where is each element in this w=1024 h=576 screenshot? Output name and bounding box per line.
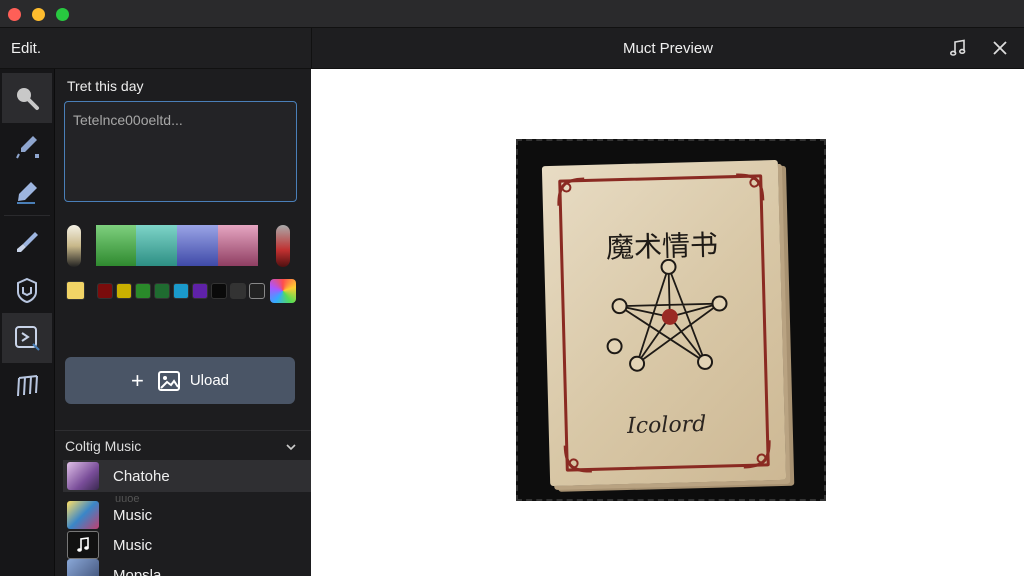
text-section-label: Tret this day (67, 78, 144, 94)
corner-ornament-icon (563, 445, 592, 473)
plus-icon: + (130, 367, 144, 393)
color-picker-icon[interactable] (270, 279, 296, 303)
play-frame-tool-button[interactable] (2, 313, 52, 363)
shield-icon (17, 277, 37, 304)
parchment-card: 魔术情书 Icolord (541, 159, 787, 487)
edit-title: Edit. (11, 40, 42, 57)
upload-button[interactable]: + Uload (65, 357, 295, 404)
edit-header: Edit. (0, 28, 311, 69)
swatch-green-small[interactable] (135, 283, 151, 299)
chevron-down-icon (286, 444, 296, 451)
preview-title: Muct Preview (622, 40, 714, 57)
maximize-window-button[interactable] (56, 8, 69, 21)
swatch-pink[interactable] (218, 225, 258, 266)
list-item[interactable]: Music (63, 529, 311, 561)
eyedropper-icon (16, 136, 39, 159)
panel-divider (55, 430, 311, 431)
list-item-label: Music (113, 536, 153, 554)
corner-ornament-icon (743, 440, 771, 469)
close-icon[interactable] (990, 38, 1010, 58)
red-slider[interactable] (276, 225, 290, 267)
window-titlebar (0, 0, 1024, 28)
corner-ornament-icon (557, 177, 585, 206)
music-notes-icon (17, 375, 38, 397)
shield-tool-button[interactable] (2, 265, 52, 315)
brush-tool-button[interactable] (2, 217, 52, 267)
music-note-thumb-icon (67, 531, 99, 559)
image-icon (157, 370, 180, 391)
image-thumb-icon (67, 462, 99, 490)
swatch-dark-gray[interactable] (230, 283, 246, 299)
music-note-icon[interactable] (948, 38, 968, 58)
preview-canvas: 魔术情书 Icolord (311, 69, 1024, 576)
list-item-label: Chatohe (113, 467, 170, 485)
music-dropdown[interactable]: Coltig Music (65, 438, 305, 458)
swatch-outline[interactable] (249, 283, 265, 299)
toolbar-divider (4, 215, 50, 216)
brightness-slider[interactable] (67, 225, 81, 267)
swatch-blue[interactable] (177, 225, 218, 266)
swatch-green[interactable] (96, 225, 136, 266)
pen-icon (17, 182, 37, 204)
image-thumb-icon (67, 501, 99, 529)
swatch-cyan[interactable] (173, 283, 189, 299)
brush-icon (17, 232, 38, 252)
swatch-dark-green[interactable] (154, 283, 170, 299)
text-input-area[interactable]: Tetelnce00oeltd... (64, 101, 297, 202)
pen-tool-button[interactable] (2, 167, 52, 217)
pentagram-icon (606, 258, 728, 372)
preview-image[interactable]: 魔术情书 Icolord (516, 139, 826, 501)
minimize-window-button[interactable] (32, 8, 45, 21)
preview-header: Muct Preview (311, 28, 1024, 69)
upload-label: Uload (189, 372, 230, 389)
image-thumb-icon (67, 559, 99, 576)
magnifier-icon (17, 88, 39, 110)
dropdown-label: Coltig Music (65, 438, 142, 454)
music-tool-button[interactable] (2, 361, 52, 411)
swatch-purple[interactable] (192, 283, 208, 299)
list-item[interactable]: Music (63, 499, 311, 531)
close-window-button[interactable] (8, 8, 21, 21)
play-frame-icon (15, 326, 40, 351)
eyedropper-tool-button[interactable] (2, 121, 52, 171)
list-item[interactable]: Chatohe (63, 460, 311, 492)
corner-ornament-icon (736, 173, 765, 201)
edit-panel: Tret this day Tetelnce00oeltd... + Uload… (55, 69, 311, 576)
list-item[interactable]: Mopsla (63, 559, 311, 576)
swatch-yellow[interactable] (116, 283, 132, 299)
magnifier-tool-button[interactable] (2, 73, 52, 123)
tool-sidebar (0, 69, 55, 576)
swatch-teal[interactable] (136, 225, 177, 266)
list-item-label: Mopsla (113, 567, 162, 576)
swatch-dark-red[interactable] (97, 283, 113, 299)
list-item-label: Music (113, 506, 153, 524)
swatch-black[interactable] (211, 283, 227, 299)
swatch-yellow-light[interactable] (66, 281, 85, 300)
